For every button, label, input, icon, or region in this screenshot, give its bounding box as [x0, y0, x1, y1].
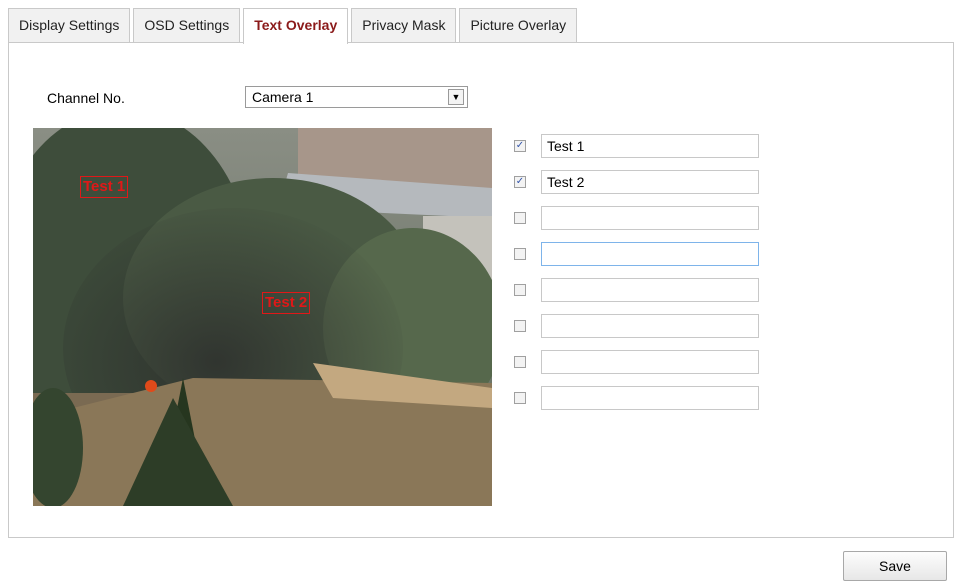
overlay-row-8 [512, 386, 772, 410]
channel-select-value: Camera 1 [252, 89, 314, 105]
overlay-checkbox-6[interactable] [514, 320, 526, 332]
overlay-text-field-2[interactable]: Test 2 [541, 170, 759, 194]
overlay-checkbox-8[interactable] [514, 392, 526, 404]
overlay-checkbox-7[interactable] [514, 356, 526, 368]
save-button[interactable]: Save [843, 551, 947, 581]
overlay-checkbox-4[interactable] [514, 248, 526, 260]
overlay-row-1: ✓ Test 1 [512, 134, 772, 158]
overlay-text-field-7[interactable] [541, 350, 759, 374]
overlay-checkbox-3[interactable] [514, 212, 526, 224]
overlay-text-field-3[interactable] [541, 206, 759, 230]
tab-picture-overlay[interactable]: Picture Overlay [459, 8, 578, 43]
overlay-text-field-4[interactable] [541, 242, 759, 266]
video-preview: Test 1 Test 2 [33, 128, 492, 506]
overlay-checkbox-2[interactable]: ✓ [514, 176, 526, 188]
tab-osd-settings[interactable]: OSD Settings [133, 8, 241, 43]
overlay-checkbox-5[interactable] [514, 284, 526, 296]
overlay-text-field-6[interactable] [541, 314, 759, 338]
tab-display-settings[interactable]: Display Settings [8, 8, 131, 43]
overlay-text-2: Test 2 [262, 292, 311, 314]
tab-bar: Display Settings OSD Settings Text Overl… [8, 8, 580, 44]
channel-select[interactable]: Camera 1 ▼ [245, 86, 468, 108]
chevron-down-icon[interactable]: ▼ [448, 89, 464, 105]
overlay-row-5 [512, 278, 772, 302]
overlay-row-3 [512, 206, 772, 230]
overlay-text-field-5[interactable] [541, 278, 759, 302]
overlay-row-7 [512, 350, 772, 374]
overlay-row-6 [512, 314, 772, 338]
tab-privacy-mask[interactable]: Privacy Mask [351, 8, 457, 43]
overlay-row-4 [512, 242, 772, 266]
tab-text-overlay[interactable]: Text Overlay [243, 8, 349, 44]
overlay-text-1: Test 1 [80, 176, 129, 198]
overlay-text-field-1[interactable]: Test 1 [541, 134, 759, 158]
overlay-text-field-8[interactable] [541, 386, 759, 410]
overlay-row-2: ✓ Test 2 [512, 170, 772, 194]
overlay-checkbox-1[interactable]: ✓ [514, 140, 526, 152]
channel-label: Channel No. [47, 90, 125, 106]
